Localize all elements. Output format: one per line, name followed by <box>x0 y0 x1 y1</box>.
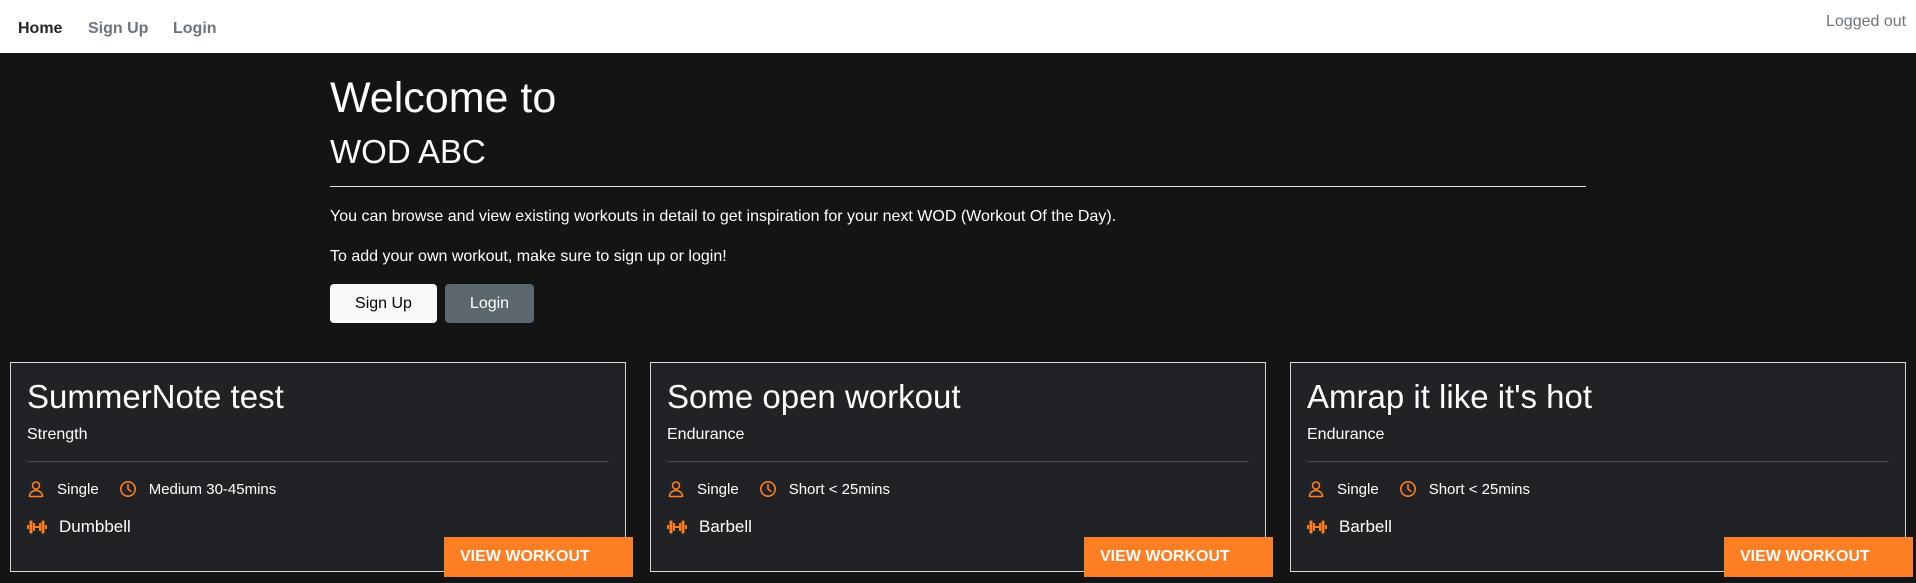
navbar: Home Sign Up Login Logged out <box>0 0 1916 53</box>
card-divider <box>667 461 1249 462</box>
nav-signup-link[interactable]: Sign Up <box>88 20 148 38</box>
workout-card: Some open workout Endurance Single Short < … <box>650 362 1273 577</box>
workout-equipment: Barbell <box>1307 517 1392 537</box>
workout-meta: Single Short < 25mins <box>1307 480 1530 498</box>
clock-icon <box>119 480 137 498</box>
workout-participants: Single <box>57 480 99 498</box>
workout-participants: Single <box>697 480 739 498</box>
workout-card: SummerNote test Strength Single Medium 30-4… <box>10 362 633 577</box>
equipment-label: Barbell <box>1339 517 1392 536</box>
equipment-label: Dumbbell <box>59 517 131 536</box>
signup-button[interactable]: Sign Up <box>330 284 437 323</box>
clock-icon <box>1399 480 1417 498</box>
dumbbell-icon <box>667 518 687 536</box>
login-status: Logged out <box>1826 13 1907 30</box>
hero-title: Welcome to <box>330 74 557 122</box>
nav-login-link[interactable]: Login <box>173 20 217 38</box>
card-divider <box>27 461 609 462</box>
hero-cta-text: To add your own workout, make sure to si… <box>330 248 727 265</box>
workout-participants: Single <box>1337 480 1379 498</box>
login-button[interactable]: Login <box>445 284 534 323</box>
workout-card: Amrap it like it's hot Endurance Single Sho… <box>1290 362 1913 577</box>
card-divider <box>1307 461 1889 462</box>
clock-icon <box>759 480 777 498</box>
workout-duration: Short < 25mins <box>788 480 891 498</box>
workout-meta: Single Short < 25mins <box>667 480 890 498</box>
nav-home-link[interactable]: Home <box>18 20 62 38</box>
person-icon <box>1307 480 1325 498</box>
workout-category: Strength <box>27 426 88 443</box>
view-workout-button[interactable]: VIEW WORKOUT <box>444 537 633 577</box>
person-icon <box>667 480 685 498</box>
workout-equipment: Dumbbell <box>27 517 131 537</box>
workout-category: Endurance <box>667 426 745 443</box>
workout-title: SummerNote test <box>27 378 284 415</box>
dumbbell-icon <box>27 518 47 536</box>
hero-app-name: WOD ABC <box>330 133 486 170</box>
dumbbell-icon <box>1307 518 1327 536</box>
hero-divider <box>330 186 1586 187</box>
view-workout-button[interactable]: VIEW WORKOUT <box>1724 537 1913 577</box>
workout-category: Endurance <box>1307 426 1385 443</box>
workout-meta: Single Medium 30-45mins <box>27 480 276 498</box>
workout-equipment: Barbell <box>667 517 752 537</box>
workout-duration: Short < 25mins <box>1428 480 1531 498</box>
workout-duration: Medium 30-45mins <box>148 480 277 498</box>
view-workout-button[interactable]: VIEW WORKOUT <box>1084 537 1273 577</box>
workout-title: Some open workout <box>667 378 961 415</box>
hero-description: You can browse and view existing workout… <box>330 208 1117 225</box>
workout-title: Amrap it like it's hot <box>1307 378 1593 415</box>
person-icon <box>27 480 45 498</box>
equipment-label: Barbell <box>699 517 752 536</box>
